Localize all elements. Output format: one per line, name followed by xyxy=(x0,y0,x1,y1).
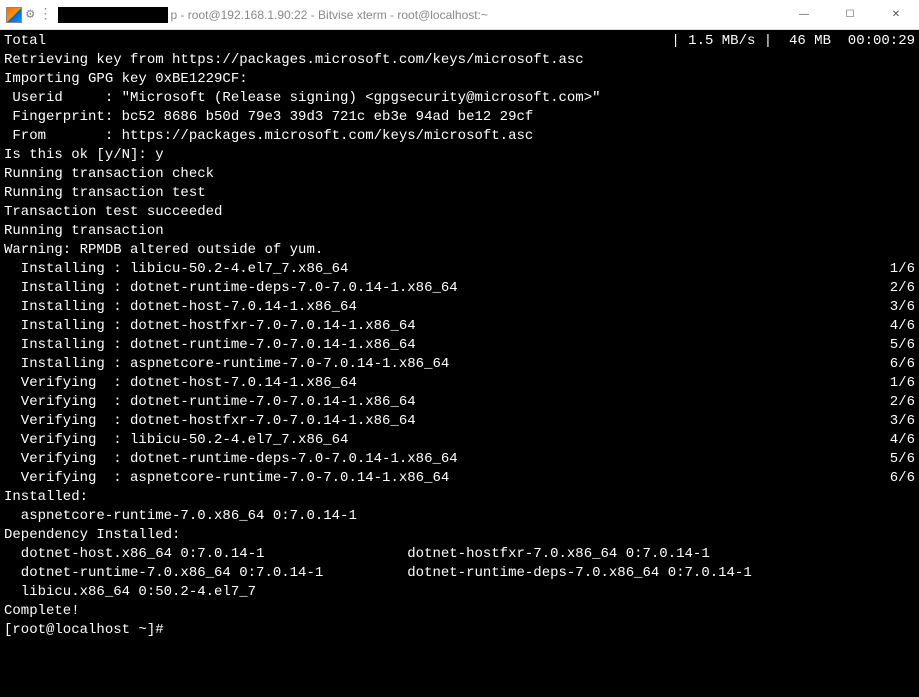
window-controls: — ☐ ✕ xyxy=(781,0,919,30)
terminal-line: Verifying : libicu-50.2-4.el7_7.x86_64 4/… xyxy=(4,431,915,450)
terminal-line: Retrieving key from https://packages.mic… xyxy=(4,51,915,70)
terminal-text: Verifying : libicu-50.2-4.el7_7.x86_64 xyxy=(4,432,348,448)
terminal-text: Importing GPG key 0xBE1229CF: xyxy=(4,71,248,87)
terminal-text-right: 1/6 xyxy=(890,374,915,393)
app-icon xyxy=(6,7,22,23)
terminal-text-right: 5/6 xyxy=(890,450,915,469)
terminal-line: Verifying : dotnet-runtime-deps-7.0-7.0.… xyxy=(4,450,915,469)
terminal-text: Installed: xyxy=(4,489,88,505)
window-titlebar: ⚙ ⋮ p - root@192.168.1.90:22 - Bitvise x… xyxy=(0,0,919,30)
terminal-line: Verifying : dotnet-runtime-7.0-7.0.14-1.… xyxy=(4,393,915,412)
terminal-line: Fingerprint: bc52 8686 b50d 79e3 39d3 72… xyxy=(4,108,915,127)
terminal-line: Installing : dotnet-host-7.0.14-1.x86_64… xyxy=(4,298,915,317)
terminal-line: Transaction test succeeded xyxy=(4,203,915,222)
terminal-text: dotnet-host.x86_64 0:7.0.14-1 dotnet-hos… xyxy=(4,546,710,562)
terminal-text: Installing : dotnet-runtime-deps-7.0-7.0… xyxy=(4,280,458,296)
terminal-line: Installed: xyxy=(4,488,915,507)
terminal-text-right: | 1.5 MB/s | 46 MB 00:00:29 xyxy=(671,32,915,51)
terminal-text: [root@localhost ~]# xyxy=(4,622,164,638)
terminal-line: Installing : aspnetcore-runtime-7.0-7.0.… xyxy=(4,355,915,374)
terminal-text: Is this ok [y/N]: y xyxy=(4,147,164,163)
terminal-text-right: 4/6 xyxy=(890,317,915,336)
terminal-line: libicu.x86_64 0:50.2-4.el7_7 xyxy=(4,583,915,602)
terminal-line: Importing GPG key 0xBE1229CF: xyxy=(4,70,915,89)
terminal-text: Complete! xyxy=(4,603,80,619)
terminal-text-right: 6/6 xyxy=(890,355,915,374)
terminal-text: Verifying : dotnet-host-7.0.14-1.x86_64 xyxy=(4,375,357,391)
terminal-text: Installing : dotnet-runtime-7.0-7.0.14-1… xyxy=(4,337,416,353)
terminal-line: Running transaction test xyxy=(4,184,915,203)
gear-icon[interactable]: ⚙ xyxy=(26,6,34,23)
terminal-line: Verifying : aspnetcore-runtime-7.0-7.0.1… xyxy=(4,469,915,488)
terminal-text-right: 6/6 xyxy=(890,469,915,488)
terminal-line: Installing : libicu-50.2-4.el7_7.x86_64 1… xyxy=(4,260,915,279)
terminal-line: Warning: RPMDB altered outside of yum. xyxy=(4,241,915,260)
terminal-text: Installing : dotnet-host-7.0.14-1.x86_64 xyxy=(4,299,357,315)
terminal-text-right: 3/6 xyxy=(890,412,915,431)
terminal-text: dotnet-runtime-7.0.x86_64 0:7.0.14-1 dot… xyxy=(4,565,752,581)
terminal-line: dotnet-runtime-7.0.x86_64 0:7.0.14-1 dot… xyxy=(4,564,915,583)
terminal-line: Total | 1.5 MB/s | 46 MB 00:00:29 xyxy=(4,32,915,51)
terminal-line: Complete! xyxy=(4,602,915,621)
maximize-button[interactable]: ☐ xyxy=(827,0,873,30)
terminal-text: Verifying : dotnet-hostfxr-7.0-7.0.14-1.… xyxy=(4,413,416,429)
terminal-text: Installing : libicu-50.2-4.el7_7.x86_64 xyxy=(4,261,348,277)
terminal-line: aspnetcore-runtime-7.0.x86_64 0:7.0.14-1 xyxy=(4,507,915,526)
terminal-text: From : https://packages.microsoft.com/ke… xyxy=(4,128,533,144)
terminal-line: [root@localhost ~]# xyxy=(4,621,915,640)
terminal-line: Running transaction xyxy=(4,222,915,241)
toolbar-icon[interactable]: ⋮ xyxy=(38,6,52,23)
terminal-text-right: 2/6 xyxy=(890,393,915,412)
terminal-text: Userid : "Microsoft (Release signing) <g… xyxy=(4,90,601,106)
redacted-title xyxy=(58,7,168,23)
terminal-text: Verifying : aspnetcore-runtime-7.0-7.0.1… xyxy=(4,470,449,486)
terminal-text: Dependency Installed: xyxy=(4,527,180,543)
terminal-text: Running transaction test xyxy=(4,185,206,201)
terminal-line: Installing : dotnet-runtime-deps-7.0-7.0… xyxy=(4,279,915,298)
terminal-text: aspnetcore-runtime-7.0.x86_64 0:7.0.14-1 xyxy=(4,508,357,524)
terminal-text-right: 5/6 xyxy=(890,336,915,355)
terminal-line: Running transaction check xyxy=(4,165,915,184)
terminal-text: Total xyxy=(4,33,46,49)
terminal-text: Transaction test succeeded xyxy=(4,204,222,220)
terminal-output[interactable]: Total | 1.5 MB/s | 46 MB 00:00:29 Retrievi… xyxy=(0,30,919,697)
terminal-text: Running transaction xyxy=(4,223,164,239)
terminal-line: Verifying : dotnet-host-7.0.14-1.x86_64 1… xyxy=(4,374,915,393)
terminal-text: Running transaction check xyxy=(4,166,214,182)
terminal-text: Fingerprint: bc52 8686 b50d 79e3 39d3 72… xyxy=(4,109,533,125)
minimize-button[interactable]: — xyxy=(781,0,827,30)
terminal-line: Verifying : dotnet-hostfxr-7.0-7.0.14-1.… xyxy=(4,412,915,431)
terminal-text: Warning: RPMDB altered outside of yum. xyxy=(4,242,323,258)
terminal-text-right: 3/6 xyxy=(890,298,915,317)
terminal-text-right: 2/6 xyxy=(890,279,915,298)
terminal-text: Retrieving key from https://packages.mic… xyxy=(4,52,584,68)
terminal-line: Is this ok [y/N]: y xyxy=(4,146,915,165)
terminal-text: Verifying : dotnet-runtime-deps-7.0-7.0.… xyxy=(4,451,458,467)
close-button[interactable]: ✕ xyxy=(873,0,919,30)
terminal-text: libicu.x86_64 0:50.2-4.el7_7 xyxy=(4,584,256,600)
terminal-text: Verifying : dotnet-runtime-7.0-7.0.14-1.… xyxy=(4,394,416,410)
terminal-line: Installing : dotnet-runtime-7.0-7.0.14-1… xyxy=(4,336,915,355)
window-title: p - root@192.168.1.90:22 - Bitvise xterm… xyxy=(170,8,488,22)
terminal-text-right: 1/6 xyxy=(890,260,915,279)
terminal-text: Installing : aspnetcore-runtime-7.0-7.0.… xyxy=(4,356,449,372)
terminal-line: dotnet-host.x86_64 0:7.0.14-1 dotnet-hos… xyxy=(4,545,915,564)
terminal-line: Installing : dotnet-hostfxr-7.0-7.0.14-1… xyxy=(4,317,915,336)
terminal-text-right: 4/6 xyxy=(890,431,915,450)
terminal-text: Installing : dotnet-hostfxr-7.0-7.0.14-1… xyxy=(4,318,416,334)
terminal-line: Userid : "Microsoft (Release signing) <g… xyxy=(4,89,915,108)
terminal-line: Dependency Installed: xyxy=(4,526,915,545)
terminal-line: From : https://packages.microsoft.com/ke… xyxy=(4,127,915,146)
